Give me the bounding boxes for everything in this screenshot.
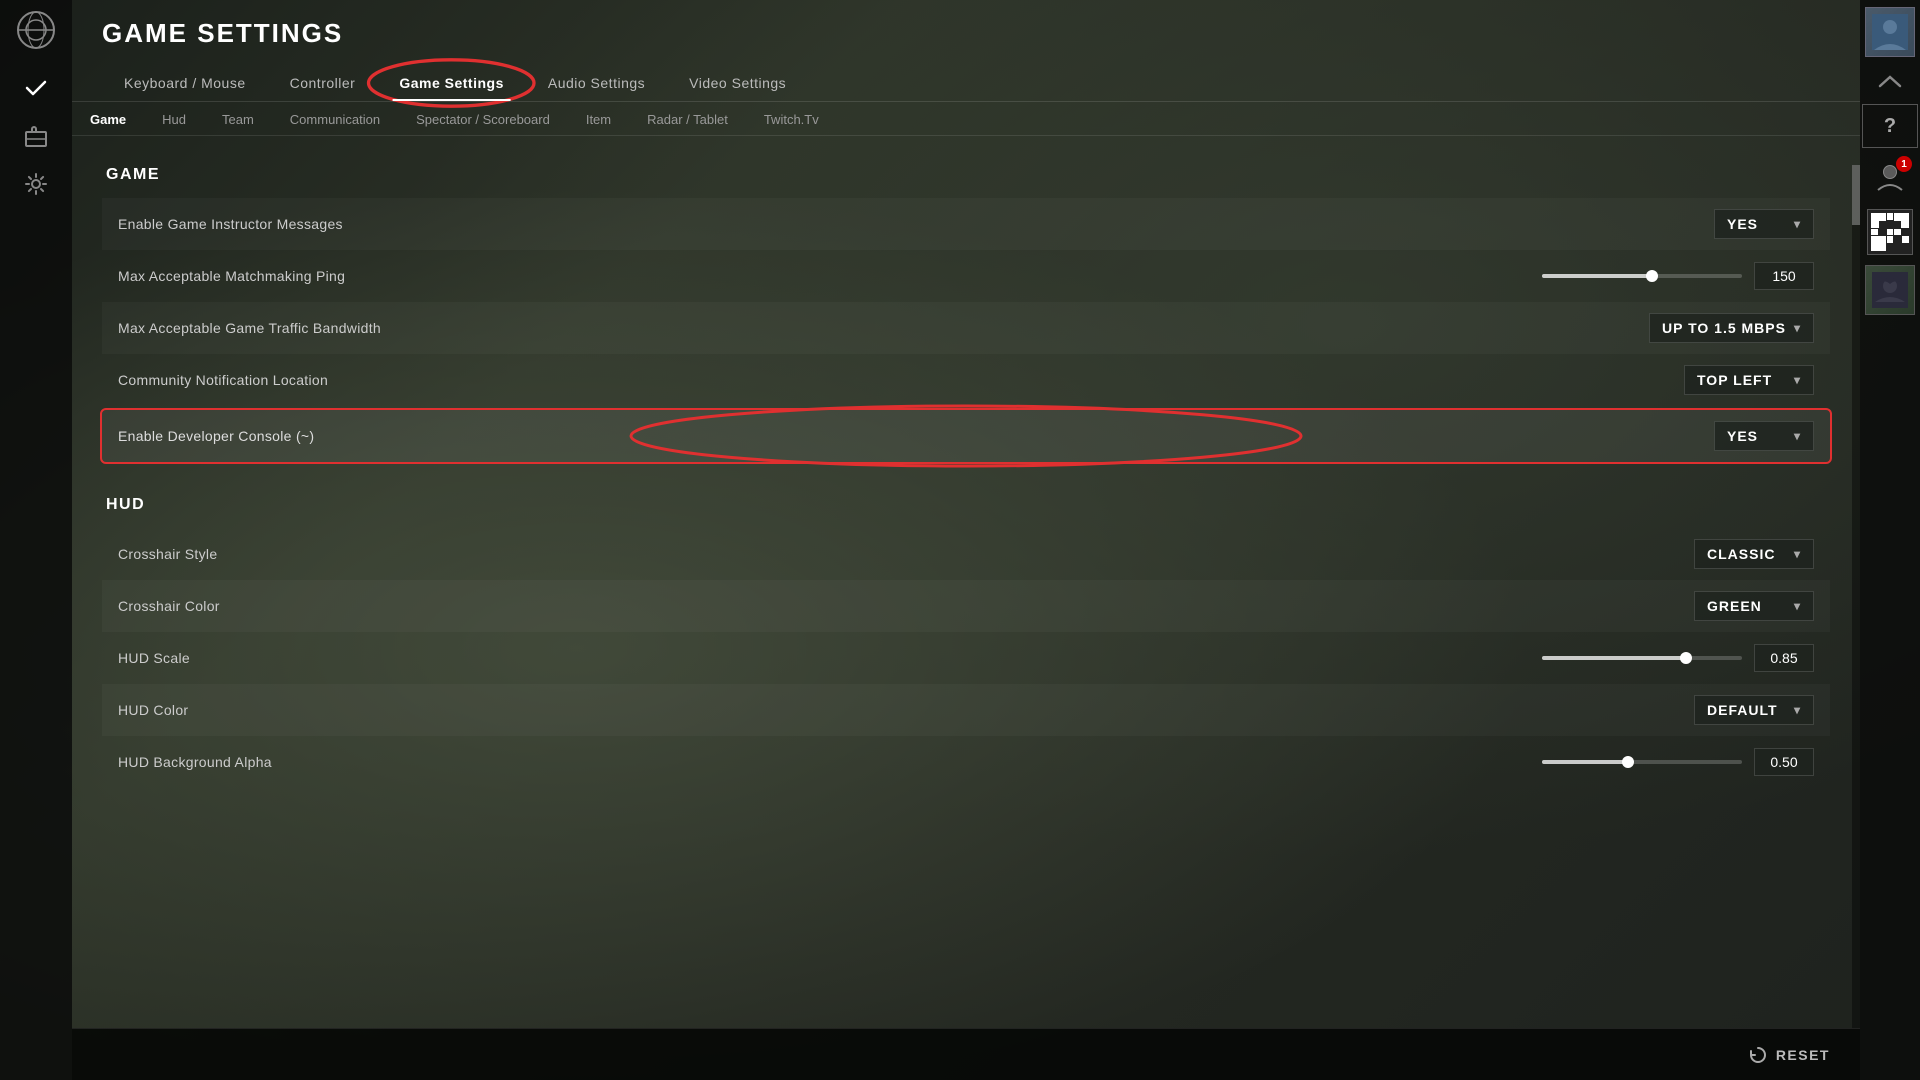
left-sidebar <box>0 0 72 1080</box>
hud-scale-slider-fill <box>1542 656 1686 660</box>
checkmark-icon[interactable] <box>14 66 58 110</box>
hud-color-dropdown[interactable]: DEFAULT ▾ <box>1694 695 1814 725</box>
max-ping-slider-thumb[interactable] <box>1646 270 1658 282</box>
game-section-header: Game <box>102 166 1830 184</box>
max-ping-slider-track[interactable] <box>1542 274 1742 278</box>
hud-scale-label: HUD Scale <box>118 650 1542 666</box>
developer-console-dropdown[interactable]: YES ▾ <box>1714 421 1814 451</box>
tab-hud[interactable]: Hud <box>144 104 204 135</box>
tab-radar-tablet[interactable]: Radar / Tablet <box>629 104 746 135</box>
setting-max-ping: Max Acceptable Matchmaking Ping 150 <box>102 250 1830 302</box>
max-ping-slider-fill <box>1542 274 1652 278</box>
tab-controller[interactable]: Controller <box>268 65 378 101</box>
hud-scale-slider-track[interactable] <box>1542 656 1742 660</box>
community-notification-label: Community Notification Location <box>118 372 1684 388</box>
setting-hud-color: HUD Color DEFAULT ▾ <box>102 684 1830 736</box>
hud-bg-alpha-slider-track[interactable] <box>1542 760 1742 764</box>
hud-bg-alpha-control[interactable]: 0.50 <box>1542 748 1814 776</box>
bottom-bar: RESET <box>72 1028 1860 1080</box>
tab-team[interactable]: Team <box>204 104 272 135</box>
help-icon[interactable]: ? <box>1862 104 1918 148</box>
crosshair-color-label: Crosshair Color <box>118 598 1694 614</box>
hud-bg-alpha-slider-thumb[interactable] <box>1622 756 1634 768</box>
dropdown-arrow-cs-icon: ▾ <box>1794 547 1801 561</box>
hud-section-header: Hud <box>102 496 1830 514</box>
logo-icon[interactable] <box>14 8 58 52</box>
developer-console-control[interactable]: YES ▾ <box>1714 421 1814 451</box>
reset-button[interactable]: RESET <box>1748 1045 1830 1065</box>
batman-image <box>1865 265 1915 315</box>
hud-color-control[interactable]: DEFAULT ▾ <box>1694 695 1814 725</box>
setting-crosshair-style: Crosshair Style CLASSIC ▾ <box>102 528 1830 580</box>
main-avatar[interactable] <box>1862 4 1918 60</box>
setting-hud-scale: HUD Scale 0.85 <box>102 632 1830 684</box>
main-content: GAME SETTINGS Keyboard / Mouse Controlle… <box>72 0 1860 1080</box>
max-bandwidth-dropdown[interactable]: UP TO 1.5 MBPS ▾ <box>1649 313 1814 343</box>
avatar-image <box>1865 7 1915 57</box>
tab-item[interactable]: Item <box>568 104 629 135</box>
crosshair-style-dropdown[interactable]: CLASSIC ▾ <box>1694 539 1814 569</box>
setting-enable-game-instructor: Enable Game Instructor Messages YES ▾ <box>102 198 1830 250</box>
max-ping-control[interactable]: 150 <box>1542 262 1814 290</box>
enable-game-instructor-label: Enable Game Instructor Messages <box>118 216 1714 232</box>
gear-icon[interactable] <box>14 162 58 206</box>
community-notification-dropdown[interactable]: TOP LEFT ▾ <box>1684 365 1814 395</box>
right-sidebar: ? 1 <box>1860 0 1920 1080</box>
setting-crosshair-color: Crosshair Color GREEN ▾ <box>102 580 1830 632</box>
tab-spectator-scoreboard[interactable]: Spectator / Scoreboard <box>398 104 568 135</box>
briefcase-icon[interactable] <box>14 114 58 158</box>
dropdown-arrow-hc-icon: ▾ <box>1794 703 1801 717</box>
settings-body: Game Enable Game Instructor Messages YES… <box>72 136 1860 1080</box>
tab-game[interactable]: Game <box>72 104 144 135</box>
max-bandwidth-control[interactable]: UP TO 1.5 MBPS ▾ <box>1649 313 1814 343</box>
reset-icon <box>1748 1045 1768 1065</box>
dropdown-arrow-cn-icon: ▾ <box>1794 373 1801 387</box>
batman-avatar[interactable] <box>1862 262 1918 318</box>
header: GAME SETTINGS Keyboard / Mouse Controlle… <box>72 0 1860 102</box>
qr-code-icon[interactable] <box>1862 204 1918 260</box>
crosshair-color-control[interactable]: GREEN ▾ <box>1694 591 1814 621</box>
dropdown-arrow-dc-icon: ▾ <box>1794 429 1801 443</box>
secondary-tabs: Game Hud Team Communication Spectator / … <box>72 104 1860 136</box>
user-count-icon[interactable]: 1 <box>1862 150 1918 202</box>
hud-scale-value[interactable]: 0.85 <box>1754 644 1814 672</box>
setting-hud-bg-alpha: HUD Background Alpha 0.50 <box>102 736 1830 788</box>
primary-tabs: Keyboard / Mouse Controller Game Setting… <box>102 65 1830 101</box>
community-notification-control[interactable]: TOP LEFT ▾ <box>1684 365 1814 395</box>
enable-game-instructor-control[interactable]: YES ▾ <box>1714 209 1814 239</box>
setting-max-bandwidth: Max Acceptable Game Traffic Bandwidth UP… <box>102 302 1830 354</box>
enable-game-instructor-dropdown[interactable]: YES ▾ <box>1714 209 1814 239</box>
dropdown-arrow-icon: ▾ <box>1794 217 1801 231</box>
crosshair-style-control[interactable]: CLASSIC ▾ <box>1694 539 1814 569</box>
tab-audio-settings[interactable]: Audio Settings <box>526 65 667 101</box>
tab-game-settings[interactable]: Game Settings <box>377 65 526 101</box>
max-ping-label: Max Acceptable Matchmaking Ping <box>118 268 1542 284</box>
hud-bg-alpha-value[interactable]: 0.50 <box>1754 748 1814 776</box>
developer-console-label: Enable Developer Console (~) <box>118 428 1714 444</box>
section-spacer <box>102 466 1830 486</box>
setting-community-notification: Community Notification Location TOP LEFT… <box>102 354 1830 406</box>
hud-bg-alpha-label: HUD Background Alpha <box>118 754 1542 770</box>
max-bandwidth-label: Max Acceptable Game Traffic Bandwidth <box>118 320 1649 336</box>
hud-scale-slider-thumb[interactable] <box>1680 652 1692 664</box>
dropdown-arrow-bw-icon: ▾ <box>1794 321 1801 335</box>
tab-video-settings[interactable]: Video Settings <box>667 65 808 101</box>
tab-keyboard-mouse[interactable]: Keyboard / Mouse <box>102 65 268 101</box>
dropdown-arrow-cc-icon: ▾ <box>1794 599 1801 613</box>
crosshair-color-dropdown[interactable]: GREEN ▾ <box>1694 591 1814 621</box>
scrollbar-thumb[interactable] <box>1852 165 1860 225</box>
hud-bg-alpha-slider-fill <box>1542 760 1628 764</box>
page-title: GAME SETTINGS <box>102 18 1830 49</box>
scrollbar-track[interactable] <box>1852 165 1860 1028</box>
hud-scale-control[interactable]: 0.85 <box>1542 644 1814 672</box>
setting-developer-console: Enable Developer Console (~) YES ▾ <box>102 410 1830 462</box>
crosshair-style-label: Crosshair Style <box>118 546 1694 562</box>
tab-twitchtv[interactable]: Twitch.tv <box>746 104 837 135</box>
tab-communication[interactable]: Communication <box>272 104 398 135</box>
max-ping-value[interactable]: 150 <box>1754 262 1814 290</box>
hud-color-label: HUD Color <box>118 702 1694 718</box>
chevron-up-icon[interactable] <box>1862 62 1918 102</box>
